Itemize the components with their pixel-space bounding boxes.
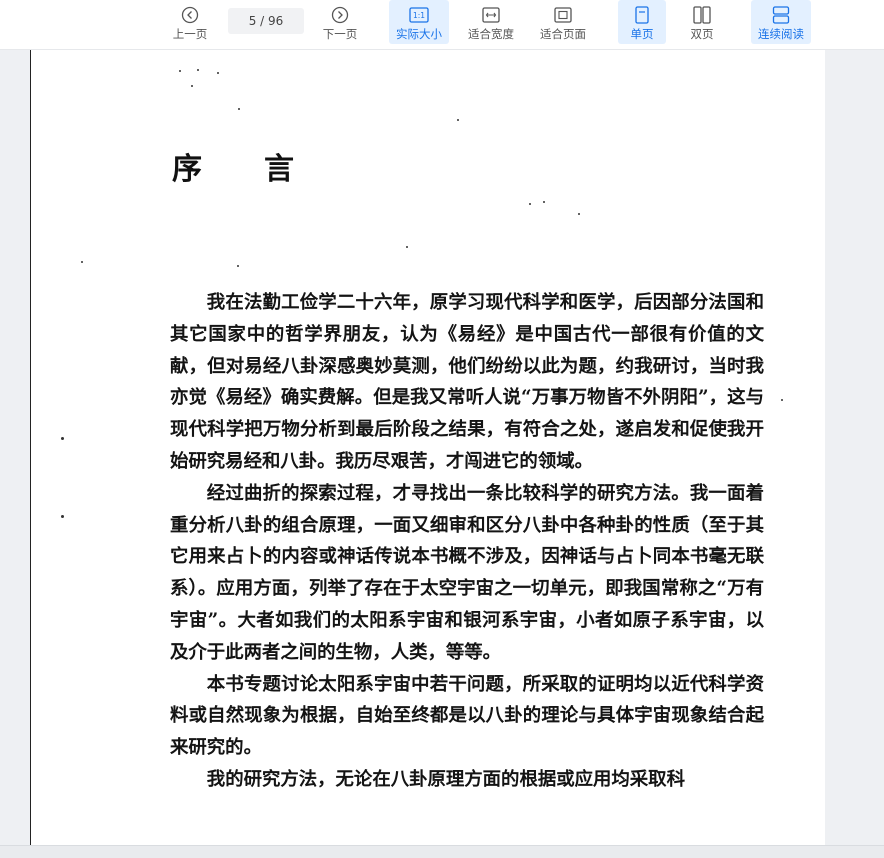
actual-size-button[interactable]: 1:1 实际大小 [389,0,449,44]
continuous-reading-label: 连续阅读 [758,27,804,41]
paragraph: 我的研究方法，无论在八卦原理方面的根据或应用均采取科 [206,768,685,790]
page-title: 序言 [172,152,356,187]
document-viewport[interactable]: 序言 我在法勤工俭学二十六年，原学习现代科学和医学，后因部分法国和其它国家中的哲… [0,50,884,845]
fit-page-icon [554,5,572,25]
scan-speck [237,265,239,267]
actual-size-label: 实际大小 [396,27,442,41]
scan-speck [645,706,647,708]
page-number-field[interactable]: 5 / 96 [228,8,304,34]
double-page-label: 双页 [690,27,714,41]
actual-size-icon: 1:1 [409,5,429,25]
scan-speck [61,515,64,518]
scan-speck [81,261,83,263]
scan-speck [179,70,181,72]
next-page-button[interactable]: 下一页 [316,0,364,44]
scan-speck [578,213,580,215]
chevron-left-circle-icon [181,5,199,25]
next-page-label: 下一页 [322,27,358,41]
viewer-toolbar: 上一页 5 / 96 下一页 1:1 实际大小 适合宽度 适合页面 单页 双页 … [0,0,884,50]
scan-speck [543,201,545,203]
scan-speck [238,108,240,110]
scan-speck [197,69,199,71]
chevron-right-circle-icon [331,5,349,25]
continuous-reading-icon [772,5,790,25]
single-page-icon [635,5,649,25]
double-page-button[interactable]: 双页 [679,0,725,44]
scan-speck [781,399,783,401]
scan-speck [217,72,219,74]
scan-speck [406,246,408,248]
horizontal-scrollbar[interactable] [0,845,884,858]
double-page-icon [693,5,711,25]
document-page: 序言 我在法勤工俭学二十六年，原学习现代科学和医学，后因部分法国和其它国家中的哲… [30,50,825,845]
scan-speck [529,203,531,205]
single-page-button[interactable]: 单页 [618,0,666,44]
single-page-label: 单页 [630,27,654,41]
scan-speck [61,437,64,440]
fit-page-label: 适合页面 [540,27,586,41]
paragraph: 经过曲折的探索过程，才寻找出一条比较科学的研究方法。我一面着重分析八卦的组合原理… [170,482,764,663]
scan-speck [191,85,193,87]
scan-speck [457,119,459,121]
fit-width-label: 适合宽度 [468,27,514,41]
current-page-input[interactable]: 5 [249,14,257,28]
actual-size-icon-text: 1:1 [413,11,425,20]
paragraph: 我在法勤工俭学二十六年，原学习现代科学和医学，后因部分法国和其它国家中的哲学界朋… [170,292,764,472]
continuous-reading-button[interactable]: 连续阅读 [751,0,811,44]
page-body-text: 我在法勤工俭学二十六年，原学习现代科学和医学，后因部分法国和其它国家中的哲学界朋… [170,287,764,796]
fit-page-button[interactable]: 适合页面 [534,0,592,44]
fit-width-icon [482,5,500,25]
prev-page-button[interactable]: 上一页 [166,0,214,44]
fit-width-button[interactable]: 适合宽度 [462,0,520,44]
total-pages: / 96 [260,14,284,28]
paragraph: 本书专题讨论太阳系宇宙中若干问题，所采取的证明均以近代科学资料或自然现象为根据，… [170,673,764,759]
prev-page-label: 上一页 [172,27,208,41]
